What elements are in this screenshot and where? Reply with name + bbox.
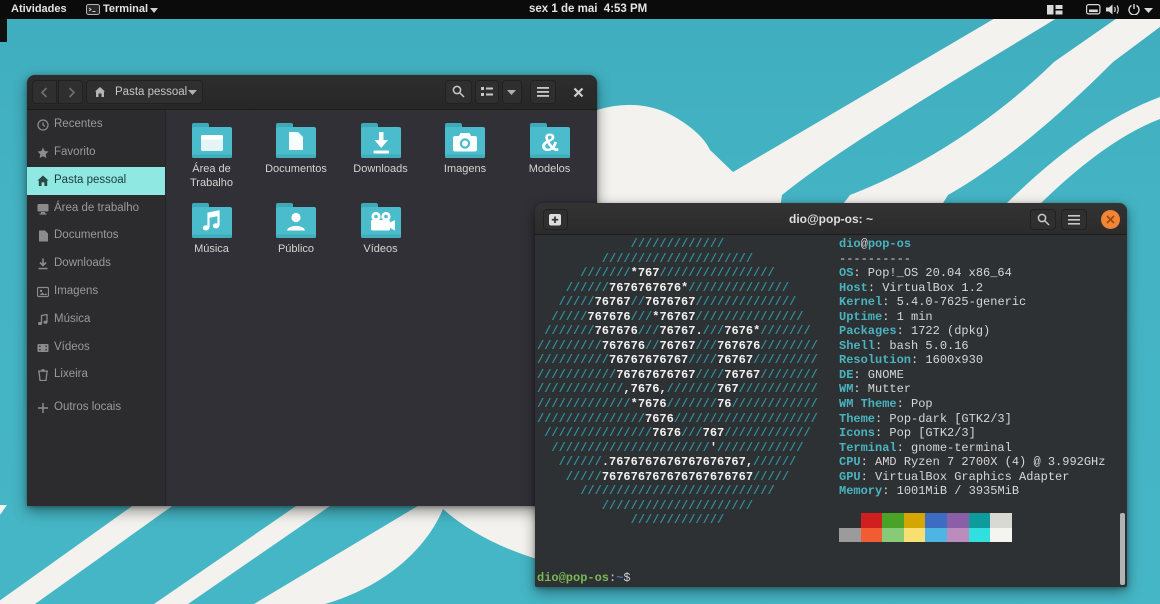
svg-text:&: & bbox=[540, 129, 558, 157]
